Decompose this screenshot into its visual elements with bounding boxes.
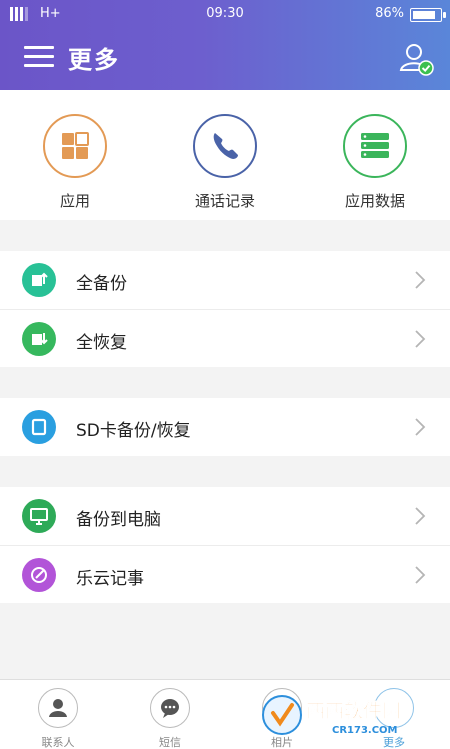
list-item-cloud-notes[interactable]: 乐云记事 xyxy=(0,545,450,603)
list-item-label: 全恢复 xyxy=(76,333,127,353)
quick-action-apps[interactable]: 应用 xyxy=(5,114,145,211)
chevron-right-icon xyxy=(415,566,426,584)
contacts-icon xyxy=(38,688,78,728)
list-item-full-restore[interactable]: 全恢复 xyxy=(0,309,450,367)
battery-percent: 86% xyxy=(375,6,404,21)
sd-card-icon xyxy=(22,410,56,444)
tab-label: 联系人 xyxy=(41,736,75,749)
quick-action-label: 通话记录 xyxy=(194,192,255,210)
chevron-right-icon xyxy=(415,418,426,436)
restore-box-icon xyxy=(22,322,56,356)
list-item-label: 备份到电脑 xyxy=(76,510,161,530)
list-item-full-backup[interactable]: 全备份 xyxy=(0,251,450,309)
quick-action-label: 应用 xyxy=(59,192,90,210)
quick-action-app-data[interactable]: 应用数据 xyxy=(305,114,445,211)
apps-grid-icon xyxy=(43,114,107,178)
note-pen-icon xyxy=(22,558,56,592)
backup-section: 全备份 全恢复 xyxy=(0,251,450,367)
monitor-icon xyxy=(22,499,56,533)
tab-contacts[interactable]: 联系人 xyxy=(18,688,98,749)
data-stack-icon xyxy=(343,114,407,178)
list-item-label: 全备份 xyxy=(76,274,127,294)
chevron-right-icon xyxy=(415,507,426,525)
hamburger-menu-icon[interactable] xyxy=(24,46,54,68)
page-title: 更多 xyxy=(68,46,120,74)
svg-text:西西软件园: 西西软件园 xyxy=(306,699,401,722)
cloud-section: 备份到电脑 乐云记事 xyxy=(0,487,450,603)
battery-icon xyxy=(410,8,446,22)
quick-action-label: 应用数据 xyxy=(344,192,405,210)
tab-sms[interactable]: 短信 xyxy=(130,688,210,749)
list-item-sd-backup-restore[interactable]: SD卡备份/恢复 xyxy=(0,398,450,456)
list-item-label: 乐云记事 xyxy=(76,569,144,589)
quick-action-call-log[interactable]: 通话记录 xyxy=(155,114,295,211)
svg-text:CR173.COM: CR173.COM xyxy=(332,725,398,736)
chevron-right-icon xyxy=(415,330,426,348)
sd-card-section: SD卡备份/恢复 xyxy=(0,398,450,456)
status-bar: H+ 09:30 86% xyxy=(0,0,450,28)
quick-actions: 应用 通话记录 应用数据 xyxy=(0,90,450,220)
list-item-label: SD卡备份/恢复 xyxy=(76,421,191,441)
backup-box-icon xyxy=(22,263,56,297)
chevron-right-icon xyxy=(415,271,426,289)
watermark-logo: 西西软件园 CR173.COM xyxy=(260,693,436,737)
tab-label: 短信 xyxy=(159,736,181,749)
phone-icon xyxy=(193,114,257,178)
list-item-backup-to-pc[interactable]: 备份到电脑 xyxy=(0,487,450,545)
sms-icon xyxy=(150,688,190,728)
app-header: H+ 09:30 86% 更多 xyxy=(0,0,450,90)
user-check-icon[interactable] xyxy=(398,40,434,76)
